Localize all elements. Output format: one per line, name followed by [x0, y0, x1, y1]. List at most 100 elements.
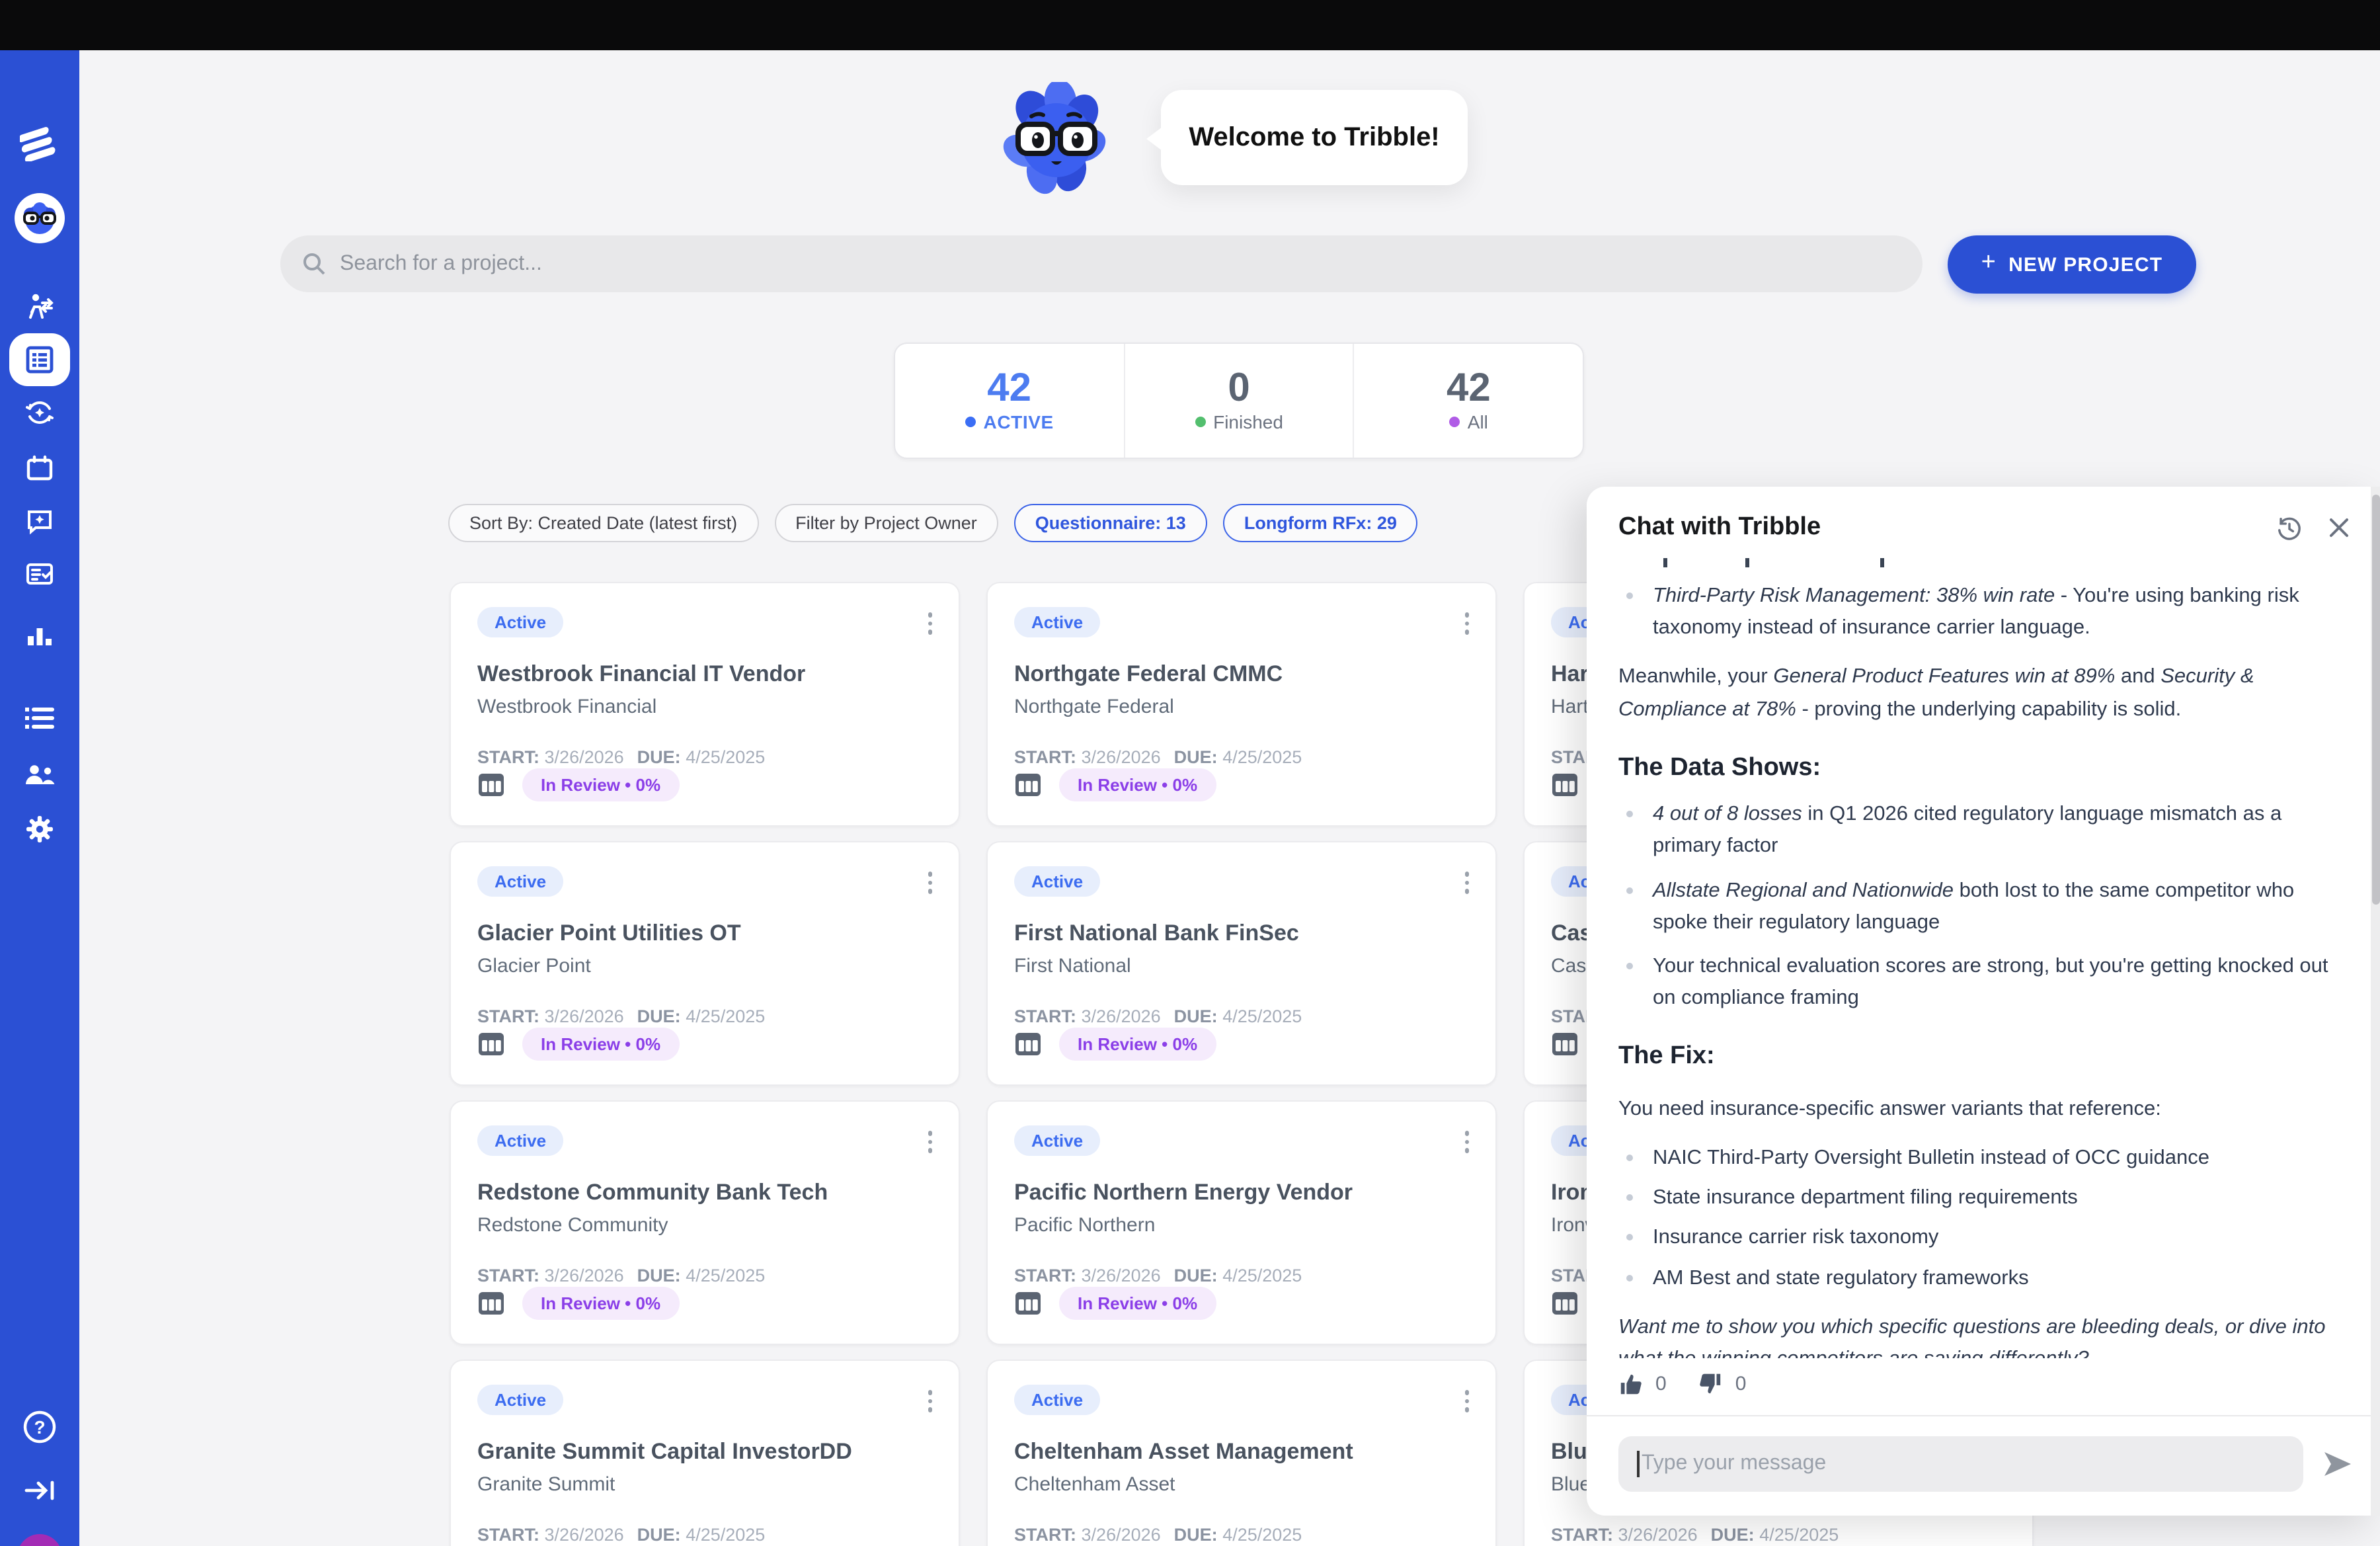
help-icon: ?	[22, 1410, 57, 1444]
stat-all-value: 42	[1447, 369, 1491, 409]
card-footer: In Review • 0%	[1014, 1028, 1216, 1061]
project-company: Northgate Federal	[1014, 696, 1469, 718]
sidebar-item-sync[interactable]	[0, 397, 79, 428]
card-menu-kebab-icon[interactable]	[922, 1385, 937, 1417]
card-menu-kebab-icon[interactable]	[1459, 1125, 1474, 1158]
chat-paragraph: Meanwhile, your General Product Features…	[1618, 662, 2343, 726]
sort-by-chip[interactable]: Sort By: Created Date (latest first)	[448, 504, 758, 542]
stat-active[interactable]: 42 ACTIVE	[895, 344, 1123, 458]
project-company: Cheltenham Asset	[1014, 1473, 1469, 1496]
table-grid-icon	[1551, 772, 1579, 797]
project-company: Pacific Northern	[1014, 1214, 1469, 1237]
chat-message-input[interactable]: Type your message	[1618, 1436, 2303, 1492]
blue-dot	[965, 417, 976, 427]
sidebar-item-collapse[interactable]	[0, 1476, 79, 1505]
tribble-mascot	[1002, 82, 1111, 202]
stat-finished-label: Finished	[1195, 411, 1283, 432]
card-menu-kebab-icon[interactable]	[1459, 866, 1474, 899]
card-menu-kebab-icon[interactable]	[1459, 607, 1474, 639]
stat-all[interactable]: 42 All	[1353, 344, 1583, 458]
project-company: First National	[1014, 955, 1469, 977]
chat-close-icon[interactable]	[2327, 516, 2351, 540]
new-project-button[interactable]: + NEW PROJECT	[1948, 235, 2196, 294]
project-company: Glacier Point	[477, 955, 932, 977]
sidebar-item-ai-chat[interactable]	[0, 505, 79, 537]
project-title: Glacier Point Utilities OT	[477, 920, 932, 947]
project-card[interactable]: ActiveWestbrook Financial IT VendorWestb…	[450, 582, 960, 827]
chat-section-heading: The Fix:	[1618, 1037, 2343, 1077]
chat-header: Chat with Tribble	[1587, 487, 2380, 553]
project-card[interactable]: ActiveFirst National Bank FinSecFirst Na…	[986, 841, 1497, 1086]
search-input[interactable]: Search for a project...	[280, 235, 1923, 292]
filter-chips-row: Sort By: Created Date (latest first) Fil…	[448, 504, 1418, 542]
bullet-dot	[1626, 1195, 1633, 1201]
bullet-dot	[1626, 592, 1633, 599]
arrow-to-bar-icon	[22, 1476, 57, 1505]
table-grid-icon	[1014, 1291, 1042, 1316]
table-grid-icon	[1551, 1032, 1579, 1057]
project-card[interactable]: ActivePacific Northern Energy VendorPaci…	[986, 1100, 1497, 1345]
send-message-button[interactable]	[2322, 1449, 2354, 1479]
sidebar-item-analytics[interactable]	[0, 622, 79, 651]
project-card[interactable]: ActiveGranite Summit Capital InvestorDDG…	[450, 1360, 960, 1546]
project-dates: START: 3/26/2026DUE: 4/25/2025	[1014, 1006, 1469, 1026]
card-menu-kebab-icon[interactable]	[1459, 1385, 1474, 1417]
chat-bullet-item: Your technical evaluation scores are str…	[1618, 951, 2343, 1015]
sidebar-item-settings[interactable]	[0, 813, 79, 845]
project-title: Redstone Community Bank Tech	[477, 1180, 932, 1206]
chat-sparkle-icon	[24, 505, 56, 537]
chat-bullet-item: State insurance department filing requir…	[1618, 1183, 2343, 1215]
welcome-title: Welcome to Tribble!	[1189, 122, 1439, 153]
project-card[interactable]: ActiveNorthgate Federal CMMCNorthgate Fe…	[986, 582, 1497, 827]
stat-active-value: 42	[987, 369, 1031, 409]
plus-icon: +	[1981, 249, 1997, 278]
chat-input-placeholder: Type your message	[1642, 1452, 1826, 1476]
review-progress-pill: In Review • 0%	[1059, 1028, 1216, 1061]
project-title: Cheltenham Asset Management	[1014, 1439, 1469, 1465]
sidebar-item-help[interactable]: ?	[0, 1410, 79, 1444]
chat-feedback-row: 0 0	[1587, 1358, 2380, 1415]
chat-title: Chat with Tribble	[1618, 513, 2276, 542]
tribble-logo-icon[interactable]	[0, 127, 79, 161]
project-company: Granite Summit	[477, 1473, 932, 1496]
project-title: Northgate Federal CMMC	[1014, 661, 1469, 688]
project-card[interactable]: ActiveCheltenham Asset ManagementChelten…	[986, 1360, 1497, 1546]
card-menu-kebab-icon[interactable]	[922, 1125, 937, 1158]
project-card[interactable]: ActiveGlacier Point Utilities OTGlacier …	[450, 841, 960, 1086]
review-progress-pill: In Review • 0%	[522, 1287, 679, 1320]
project-dates: START: 3/26/2026DUE: 4/25/2025	[477, 1266, 932, 1285]
chat-panel: Chat with Tribble Third-Party Risk Manag…	[1587, 487, 2380, 1516]
sidebar-item-content-library[interactable]	[0, 704, 79, 733]
sidebar-item-agent-transfer[interactable]	[0, 291, 79, 323]
card-menu-kebab-icon[interactable]	[922, 866, 937, 899]
sidebar-item-team[interactable]	[0, 760, 79, 790]
send-icon	[2322, 1449, 2354, 1479]
sidebar-item-projects-selected[interactable]	[0, 333, 79, 386]
sidebar-item-assistant-avatar[interactable]	[0, 193, 79, 243]
thumbs-down-button[interactable]: 0	[1698, 1371, 1747, 1397]
chat-history-icon[interactable]	[2276, 514, 2303, 542]
chat-message-body: Third-Party Risk Management: 38% win rat…	[1587, 553, 2380, 1358]
status-badge: Active	[477, 1125, 563, 1156]
table-grid-icon	[1551, 1291, 1579, 1316]
chat-scrollbar[interactable]	[2371, 487, 2380, 1516]
new-project-label: NEW PROJECT	[2008, 253, 2162, 276]
sidebar-item-review-tasks[interactable]	[0, 558, 79, 590]
bullet-dot	[1626, 811, 1633, 818]
project-title: First National Bank FinSec	[1014, 920, 1469, 947]
longform-rfx-chip[interactable]: Longform RFx: 29	[1223, 504, 1418, 542]
stat-finished[interactable]: 0 Finished	[1123, 344, 1353, 458]
chat-scrollbar-thumb[interactable]	[2371, 495, 2379, 905]
person-transfer-icon	[24, 291, 56, 323]
card-menu-kebab-icon[interactable]	[922, 607, 937, 639]
card-footer: In Review • 0%	[477, 1028, 679, 1061]
status-badge: Active	[477, 607, 563, 637]
sidebar-item-calendar[interactable]	[0, 452, 79, 484]
table-grid-icon	[477, 1032, 505, 1057]
sidebar-user-avatar[interactable]: TK	[0, 1534, 79, 1546]
project-card[interactable]: ActiveRedstone Community Bank TechRedsto…	[450, 1100, 960, 1345]
questionnaire-chip[interactable]: Questionnaire: 13	[1014, 504, 1207, 542]
filter-owner-chip[interactable]: Filter by Project Owner	[774, 504, 998, 542]
bar-chart-icon	[25, 622, 54, 651]
thumbs-up-button[interactable]: 0	[1618, 1371, 1667, 1397]
